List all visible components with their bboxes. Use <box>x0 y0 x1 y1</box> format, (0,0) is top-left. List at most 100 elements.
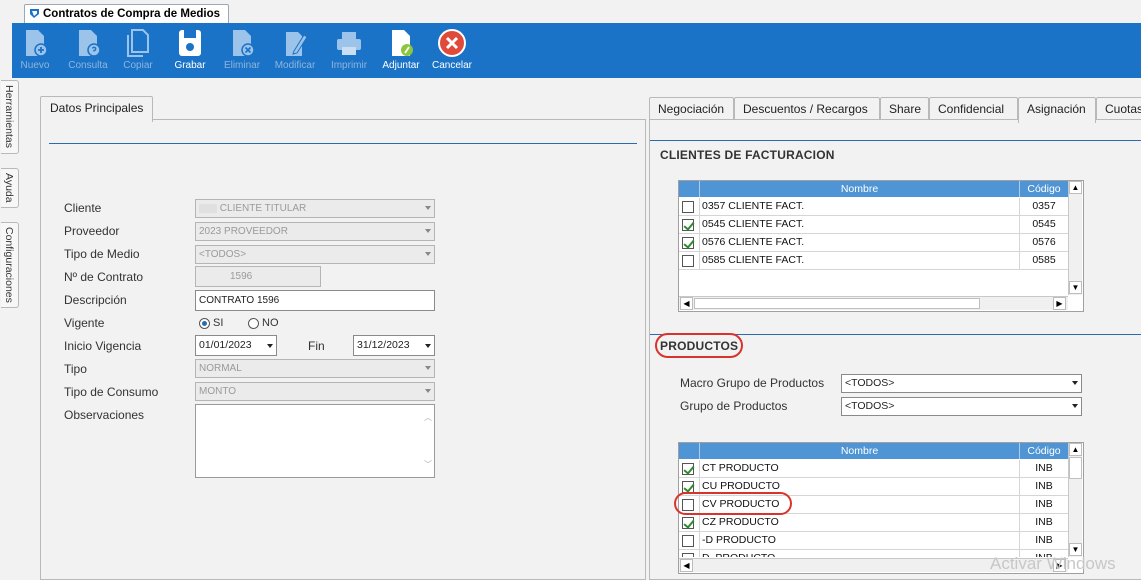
side-tab-herramientas[interactable]: Herramientas <box>1 80 19 154</box>
scroll-up-icon[interactable]: ▲ <box>1069 443 1082 456</box>
row-checkbox[interactable] <box>682 255 694 267</box>
cell-codigo: INB <box>1019 514 1068 532</box>
scroll-down-icon: ﹀ <box>424 460 432 469</box>
chevron-down-icon <box>425 229 431 233</box>
productos-vscroll[interactable]: ▲ ▼ <box>1068 443 1082 557</box>
tab-share[interactable]: Share <box>880 97 929 121</box>
consulta-button[interactable]: Consulta <box>61 27 115 77</box>
producto-row[interactable]: -D PRODUCTO INB <box>679 532 1068 550</box>
cell-nombre: CT PRODUCTO <box>699 460 1019 478</box>
separator <box>49 143 637 144</box>
proveedor-select[interactable]: 2023 PROVEEDOR <box>195 222 435 241</box>
grabar-button[interactable]: Grabar <box>163 27 217 77</box>
tipo-select[interactable]: NORMAL <box>195 359 435 378</box>
vigente-no-radio[interactable] <box>248 318 259 329</box>
cliente-row[interactable]: 0576 CLIENTE FACT. 0576 <box>679 234 1068 252</box>
row-checkbox[interactable] <box>682 517 694 529</box>
fin-label: Fin <box>308 339 325 353</box>
cell-codigo: 0576 <box>1019 234 1068 252</box>
row-checkbox[interactable] <box>682 463 694 475</box>
scroll-down-icon[interactable]: ▼ <box>1069 281 1082 294</box>
tipo-medio-select[interactable]: <TODOS> <box>195 245 435 264</box>
redacted-block <box>199 203 217 213</box>
clientes-hscroll[interactable]: ◀ ▶ <box>679 296 1068 310</box>
adjuntar-button[interactable]: Adjuntar <box>374 27 428 77</box>
producto-row[interactable]: CT PRODUCTO INB <box>679 460 1068 478</box>
vigente-si-radio[interactable] <box>199 318 210 329</box>
grupo-productos-select[interactable]: <TODOS> <box>841 397 1082 416</box>
scroll-thumb[interactable] <box>694 298 980 309</box>
vigente-si-label: SI <box>213 317 224 329</box>
tab-asignaci-n[interactable]: Asignación <box>1018 97 1096 123</box>
highlight-oval-productos <box>655 333 743 358</box>
cell-nombre: 0357 CLIENTE FACT. <box>699 198 1019 216</box>
observaciones-textarea[interactable]: ︿ ﹀ <box>195 404 435 478</box>
row-checkbox[interactable] <box>682 219 694 231</box>
nro-contrato-field: 1596 <box>195 266 321 287</box>
scroll-up-icon: ︿ <box>424 413 432 422</box>
chevron-down-icon <box>267 344 273 348</box>
nuevo-button[interactable]: Nuevo <box>8 27 62 77</box>
eliminar-button[interactable]: Eliminar <box>215 27 269 77</box>
row-checkbox[interactable] <box>682 237 694 249</box>
cell-codigo: 0545 <box>1019 216 1068 234</box>
inicio-vigencia-date[interactable]: 01/01/2023 <box>195 335 277 356</box>
scroll-left-icon[interactable]: ◀ <box>680 559 693 572</box>
modificar-button[interactable]: Modificar <box>268 27 322 77</box>
scroll-up-icon[interactable]: ▲ <box>1069 181 1082 194</box>
scroll-right-icon[interactable]: ▶ <box>1053 297 1066 310</box>
observaciones-label: Observaciones <box>64 408 145 422</box>
cell-codigo: INB <box>1019 460 1068 478</box>
row-checkbox[interactable] <box>682 535 694 547</box>
tab-datos-principales[interactable]: Datos Principales <box>40 96 154 122</box>
window-tab[interactable]: Contratos de Compra de Medios <box>24 4 229 23</box>
chevron-down-icon <box>425 389 431 393</box>
cell-nombre: -D PRODUCTO <box>699 532 1019 550</box>
cancel-icon <box>438 29 466 57</box>
macro-grupo-select[interactable]: <TODOS> <box>841 374 1082 393</box>
cancelar-label: Cancelar <box>431 60 473 71</box>
tab-cuotas[interactable]: Cuotas <box>1096 97 1141 121</box>
copiar-button[interactable]: Copiar <box>111 27 165 77</box>
tab-descuentos-recargos[interactable]: Descuentos / Recargos <box>734 97 880 121</box>
attach-doc-icon <box>392 30 413 56</box>
row-checkbox[interactable] <box>682 201 694 213</box>
windows-activation-watermark: Activar Windows <box>990 554 1116 573</box>
row-checkbox[interactable] <box>682 553 694 557</box>
nro-contrato-label: Nº de Contrato <box>64 270 144 284</box>
tipo-consumo-select[interactable]: MONTO <box>195 382 435 401</box>
highlight-oval-cv-producto <box>674 492 792 515</box>
save-icon <box>179 30 201 56</box>
scroll-left-icon[interactable]: ◀ <box>680 297 693 310</box>
clientes-vscroll[interactable]: ▲ ▼ <box>1068 181 1082 295</box>
app-window: Contratos de Compra de Medios Nuevo Consu… <box>0 0 1141 580</box>
vigente-label: Vigente <box>64 316 105 330</box>
separator <box>650 140 1141 141</box>
modificar-label: Modificar <box>274 60 316 71</box>
copiar-label: Copiar <box>123 60 153 71</box>
side-tab-ayuda[interactable]: Ayuda <box>1 168 19 208</box>
fin-date[interactable]: 31/12/2023 <box>353 335 435 356</box>
chevron-down-icon <box>1072 381 1078 385</box>
descripcion-input[interactable]: CONTRATO 1596 <box>195 290 435 311</box>
scroll-thumb[interactable] <box>1069 457 1082 479</box>
cliente-row[interactable]: 0585 CLIENTE FACT. 0585 <box>679 252 1068 270</box>
vigente-no-label: NO <box>262 317 279 329</box>
cancelar-button[interactable]: Cancelar <box>425 27 479 77</box>
cliente-select[interactable]: CLIENTE TITULAR <box>195 199 435 218</box>
copy-icon <box>127 29 149 57</box>
imprimir-button[interactable]: Imprimir <box>322 27 376 77</box>
chevron-down-icon <box>425 366 431 370</box>
tab-negociaci-n[interactable]: Negociación <box>649 97 734 121</box>
tab-confidencial[interactable]: Confidencial <box>929 97 1018 121</box>
edit-icon <box>286 32 308 56</box>
tipo-consumo-label: Tipo de Consumo <box>64 385 159 399</box>
side-tab-configuraciones[interactable]: Configuraciones <box>1 222 19 308</box>
producto-row[interactable]: CZ PRODUCTO INB <box>679 514 1068 532</box>
cliente-row[interactable]: 0357 CLIENTE FACT. 0357 <box>679 198 1068 216</box>
col-nombre[interactable]: Nombre <box>699 181 1019 197</box>
cliente-row[interactable]: 0545 CLIENTE FACT. 0545 <box>679 216 1068 234</box>
nuevo-label: Nuevo <box>20 60 50 71</box>
cliente-label: Cliente <box>64 201 102 215</box>
col-codigo[interactable]: Código <box>1019 181 1068 197</box>
